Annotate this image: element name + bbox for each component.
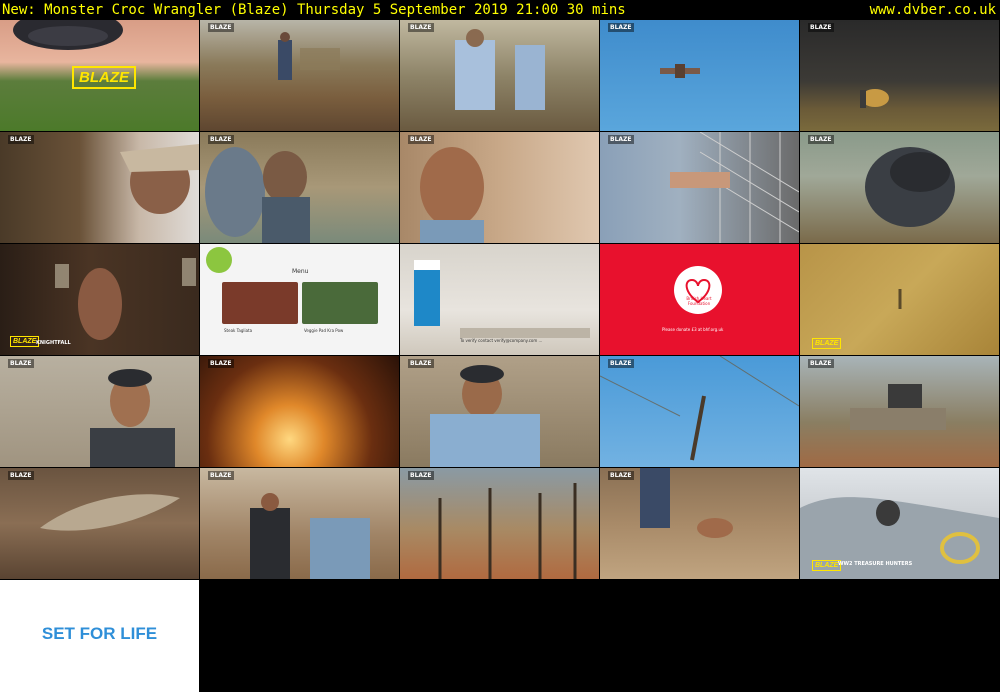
thumbnail-20[interactable]: BLAZE	[800, 356, 999, 467]
thumbnail-26[interactable]: SET FOR LIFE	[0, 580, 199, 692]
thumbnail-15[interactable]: BLAZE	[800, 244, 999, 355]
channel-bug: BLAZE	[408, 359, 434, 368]
channel-bug: BLAZE	[208, 359, 234, 368]
thumbnail-18[interactable]: BLAZE	[400, 356, 599, 467]
thumbnail-25[interactable]: BLAZE WW2 TREASURE HUNTERS	[800, 468, 999, 579]
thumbnail-16[interactable]: BLAZE	[0, 356, 199, 467]
bhf-name: British Heart Foundation	[686, 296, 712, 306]
thumbnail-14[interactable]: British Heart Foundation Please donate £…	[600, 244, 799, 355]
channel-bug: BLAZE	[808, 359, 834, 368]
thumbnail-10[interactable]: BLAZE	[800, 132, 999, 243]
channel-bug: BLAZE	[408, 23, 434, 32]
programme-title: New: Monster Croc Wrangler (Blaze) Thurs…	[2, 2, 626, 18]
thumbnail-12[interactable]: Menu Steak Tagliata Veggie Pad Kra Pow	[200, 244, 399, 355]
thumbnail-22[interactable]: BLAZE	[200, 468, 399, 579]
thumbnail-17[interactable]: BLAZE	[200, 356, 399, 467]
site-link[interactable]: www.dvber.co.uk	[870, 0, 996, 20]
channel-bug: BLAZE	[408, 135, 434, 144]
promo-caption: WW2 TREASURE HUNTERS	[838, 561, 913, 567]
thumbnail-5[interactable]: BLAZE	[800, 20, 999, 131]
bhf-donate-text: Please donate £3 at bhf.org.uk	[662, 327, 724, 332]
thumbnail-4[interactable]: BLAZE	[600, 20, 799, 131]
meal-label-1: Steak Tagliata	[224, 328, 253, 333]
channel-bug: BLAZE	[8, 135, 34, 144]
channel-bug: BLAZE	[808, 135, 834, 144]
hellofresh-logo	[206, 247, 232, 273]
promo-caption: KNIGHTFALL	[36, 340, 71, 346]
meal-label-2: Veggie Pad Kra Pow	[304, 328, 344, 333]
channel-bug: BLAZE	[608, 359, 634, 368]
blaze-logo: BLAZE	[812, 338, 842, 349]
thumbnail-1[interactable]: BLAZE	[0, 20, 199, 131]
channel-bug: BLAZE	[208, 471, 234, 480]
thumbnail-grid: BLAZE BLAZE BLAZE BLAZE BLAZE BLAZE BLAZ…	[0, 20, 1000, 692]
thumbnail-13[interactable]: To verify contact verify@company.com ...	[400, 244, 599, 355]
thumbnail-24[interactable]: BLAZE	[600, 468, 799, 579]
channel-bug: BLAZE	[408, 471, 434, 480]
blaze-logo: BLAZE	[10, 336, 40, 347]
channel-bug: BLAZE	[8, 359, 34, 368]
thumbnail-19[interactable]: BLAZE	[600, 356, 799, 467]
blaze-logo: BLAZE	[72, 66, 136, 89]
thumbnail-11[interactable]: BLAZE KNIGHTFALL	[0, 244, 199, 355]
set-for-life-logo: SET FOR LIFE	[41, 624, 158, 643]
channel-bug: BLAZE	[208, 135, 234, 144]
thumbnail-7[interactable]: BLAZE	[200, 132, 399, 243]
channel-bug: BLAZE	[808, 23, 834, 32]
meal-card-2	[302, 282, 378, 324]
menu-title: Menu	[292, 268, 309, 275]
channel-bug: BLAZE	[608, 23, 634, 32]
ad-disclaimer: To verify contact verify@company.com ...	[460, 338, 543, 343]
thumbnail-23[interactable]: BLAZE	[400, 468, 599, 579]
channel-bug: BLAZE	[8, 471, 34, 480]
channel-bug: BLAZE	[608, 471, 634, 480]
channel-bug: BLAZE	[608, 135, 634, 144]
thumbnail-9[interactable]: BLAZE	[600, 132, 799, 243]
thumbnail-2[interactable]: BLAZE	[200, 20, 399, 131]
thumbnail-6[interactable]: BLAZE	[0, 132, 199, 243]
blaze-logo: BLAZE	[812, 560, 842, 571]
thumbnail-21[interactable]: BLAZE	[0, 468, 199, 579]
header-bar: New: Monster Croc Wrangler (Blaze) Thurs…	[0, 0, 1000, 20]
thumbnail-3[interactable]: BLAZE	[400, 20, 599, 131]
thumbnail-8[interactable]: BLAZE	[400, 132, 599, 243]
meal-card-1	[222, 282, 298, 324]
channel-bug: BLAZE	[208, 23, 234, 32]
